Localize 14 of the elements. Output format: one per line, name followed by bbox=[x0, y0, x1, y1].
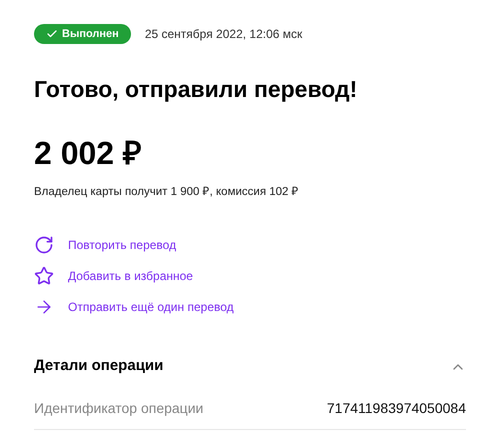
action-link[interactable]: Отправить ещё один перевод bbox=[34, 297, 234, 318]
star-icon bbox=[34, 266, 54, 286]
fee-note: Владелец карты получит 1 900 ₽, комиссия 102 ₽ bbox=[34, 185, 300, 200]
status-badge: Выполнен bbox=[34, 24, 131, 44]
page-title: Готово, отправили перевод! bbox=[34, 75, 358, 104]
section-title: Детали операции bbox=[34, 356, 164, 376]
detail-value: 717411983974050084 bbox=[326, 398, 466, 418]
amount: 2 002 ₽ bbox=[34, 134, 143, 173]
refresh-icon bbox=[34, 235, 54, 256]
date-time: 25 сентября 2022, 12:06 мск bbox=[144, 26, 302, 43]
check-icon bbox=[46, 28, 58, 40]
action-link[interactable]: Добавить в избранное bbox=[34, 266, 193, 286]
detail-label: Идентификатор операции bbox=[34, 398, 204, 418]
action-link[interactable]: Повторить перевод bbox=[34, 235, 176, 256]
